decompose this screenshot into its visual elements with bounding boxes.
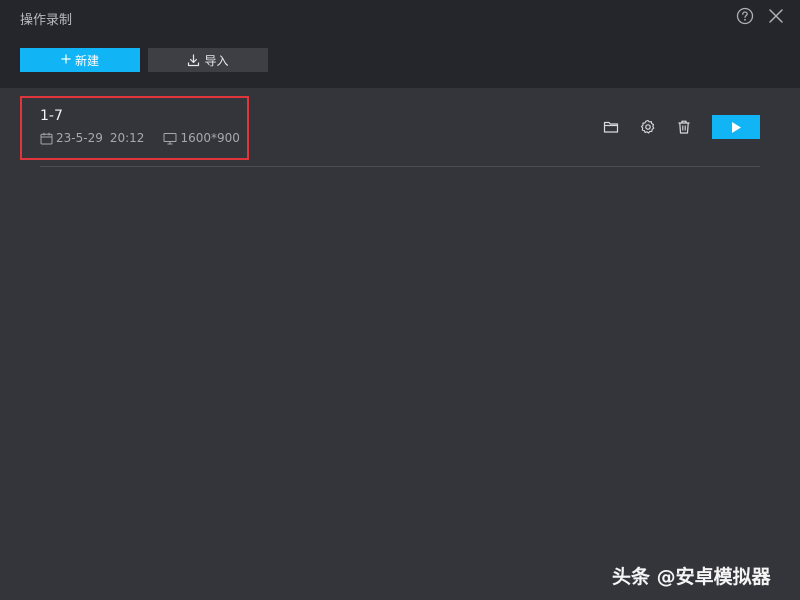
plus-icon — [61, 52, 71, 67]
record-resolution: 1600*900 — [180, 131, 240, 145]
record-date: 23-5-29 — [56, 131, 103, 145]
row-divider — [40, 166, 760, 167]
import-button-label: 导入 — [204, 53, 229, 68]
trash-icon[interactable] — [676, 119, 692, 135]
record-actions — [603, 115, 760, 139]
watermark: 头条 @安卓模拟器 — [612, 566, 771, 588]
record-date-group: 23-5-29 20:12 — [40, 131, 144, 145]
calendar-icon — [40, 132, 56, 145]
record-name: 1-7 — [40, 108, 63, 124]
import-button[interactable]: 导入 — [148, 48, 268, 72]
monitor-icon — [163, 132, 180, 145]
header-bar: 操作录制 新建 导入 — [0, 0, 800, 88]
highlight-box — [20, 96, 249, 160]
operation-recording-window: 操作录制 新建 导入 1-7 23-5-29 20:12 1600*900 头条… — [0, 0, 800, 600]
record-meta: 23-5-29 20:12 1600*900 — [40, 131, 240, 145]
record-time: 20:12 — [109, 131, 145, 145]
new-button-label: 新建 — [74, 53, 99, 68]
help-icon[interactable] — [736, 7, 754, 25]
list-item[interactable]: 1-7 23-5-29 20:12 1600*900 — [20, 95, 760, 167]
play-button[interactable] — [712, 115, 760, 139]
gear-icon[interactable] — [640, 119, 656, 135]
download-icon — [187, 53, 204, 67]
folder-icon[interactable] — [603, 119, 619, 135]
close-icon[interactable] — [768, 8, 784, 24]
new-button[interactable]: 新建 — [20, 48, 140, 72]
record-resolution-group: 1600*900 — [163, 131, 240, 145]
window-title: 操作录制 — [20, 13, 73, 28]
play-icon — [730, 121, 742, 134]
